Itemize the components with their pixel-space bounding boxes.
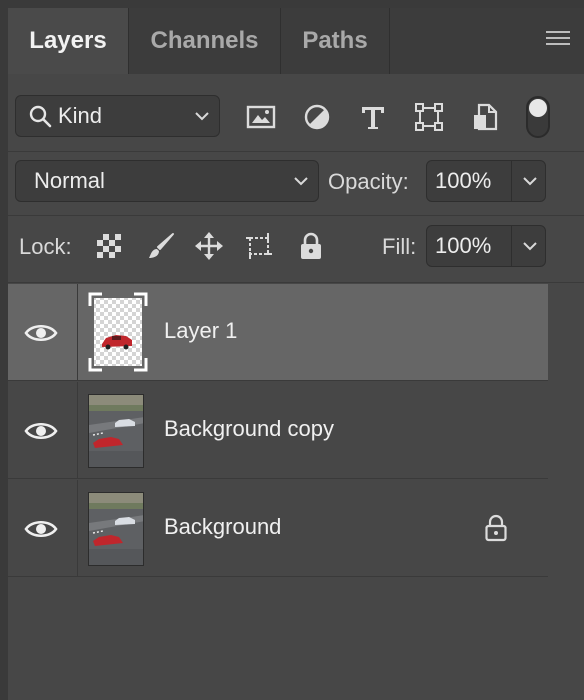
layer-thumbnail[interactable]: [88, 394, 144, 468]
panel-scroll-gutter: [548, 284, 584, 700]
toggle-knob: [529, 99, 547, 117]
layer-row[interactable]: Background copy: [8, 382, 548, 479]
filter-pixel-layers-icon[interactable]: [246, 102, 276, 132]
divider: [8, 151, 584, 152]
layer-thumbnail-image: [89, 395, 143, 467]
filter-kind-label: Kind: [58, 103, 103, 128]
panel-top-border: [0, 0, 584, 8]
layer-locked-icon[interactable]: [484, 514, 508, 542]
layer-thumbnail[interactable]: [88, 292, 148, 372]
panel-menu-icon[interactable]: [546, 31, 570, 49]
layer-thumbnail-image: [89, 493, 143, 565]
visibility-eye-icon[interactable]: [24, 517, 58, 541]
column-divider: [77, 480, 78, 577]
lock-position-move-icon[interactable]: [194, 231, 224, 261]
fill-label: Fill:: [382, 234, 417, 259]
layers-empty-area[interactable]: [8, 578, 548, 700]
layer-thumbnail-image: [88, 292, 148, 372]
layer-row[interactable]: Layer 1: [8, 284, 548, 381]
panel-left-border: [0, 0, 8, 700]
layer-name[interactable]: Background: [164, 514, 281, 540]
divider: [8, 215, 584, 216]
lock-label: Lock:: [19, 234, 72, 259]
fill-field[interactable]: 100%: [426, 225, 546, 267]
field-divider: [511, 226, 512, 266]
visibility-eye-icon[interactable]: [24, 321, 58, 345]
blend-mode-select[interactable]: Normal: [15, 160, 319, 202]
layer-row[interactable]: Background: [8, 480, 548, 577]
filter-kind-select[interactable]: Kind: [15, 95, 220, 137]
chevron-down-icon[interactable]: [523, 176, 537, 186]
layer-name[interactable]: Background copy: [164, 416, 334, 442]
blend-mode-value: Normal: [34, 168, 105, 193]
opacity-label: Opacity:: [328, 169, 409, 194]
filter-type-layers-icon[interactable]: [358, 102, 388, 132]
divider: [8, 282, 584, 283]
opacity-field[interactable]: 100%: [426, 160, 546, 202]
search-icon: [29, 105, 52, 128]
tab-layers[interactable]: Layers: [8, 8, 128, 74]
lock-image-pixels-brush-icon[interactable]: [146, 231, 176, 261]
field-divider: [511, 161, 512, 201]
filter-smart-objects-icon[interactable]: [470, 102, 500, 132]
layer-name[interactable]: Layer 1: [164, 318, 237, 344]
chevron-down-icon: [294, 177, 308, 186]
tab-channels[interactable]: Channels: [129, 8, 280, 74]
tab-bar: Layers Channels Paths: [8, 8, 584, 74]
filter-adjustment-layers-icon[interactable]: [302, 102, 332, 132]
lock-all-icon[interactable]: [296, 231, 326, 261]
filter-shape-layers-icon[interactable]: [414, 102, 444, 132]
lock-transparent-pixels-icon[interactable]: [94, 231, 124, 261]
visibility-eye-icon[interactable]: [24, 419, 58, 443]
opacity-value[interactable]: 100%: [435, 168, 491, 194]
layers-panel: Layers Channels Paths Kind Normal Opacit…: [8, 8, 584, 700]
tab-paths[interactable]: Paths: [281, 8, 389, 74]
column-divider: [77, 284, 78, 381]
fill-value[interactable]: 100%: [435, 233, 491, 259]
tab-divider: [389, 8, 390, 74]
layer-thumbnail[interactable]: [88, 492, 144, 566]
column-divider: [77, 382, 78, 479]
filter-toggle-switch[interactable]: [526, 96, 550, 138]
chevron-down-icon[interactable]: [523, 241, 537, 251]
chevron-down-icon: [195, 112, 209, 121]
lock-artboard-icon[interactable]: [244, 231, 274, 261]
